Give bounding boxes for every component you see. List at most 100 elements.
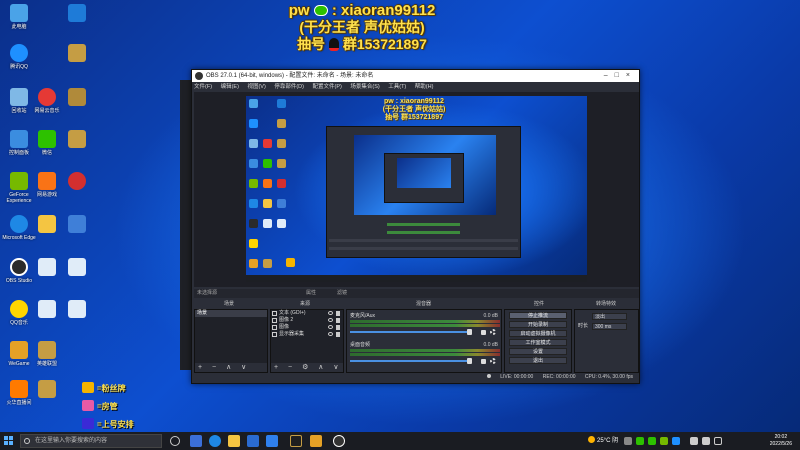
lock-icon[interactable] (336, 332, 340, 337)
desktop-icon-wechat[interactable]: 微信 (30, 130, 64, 156)
transition-select[interactable]: 淡出 (592, 313, 627, 320)
tray-icon[interactable] (648, 437, 656, 445)
settings-button[interactable]: 设置 (509, 348, 567, 355)
mixer-channel: 麦克风/Aux 0.0 dB (350, 313, 500, 339)
slider-handle[interactable] (467, 358, 472, 364)
slider-handle[interactable] (467, 329, 472, 335)
tray-icon[interactable] (636, 437, 644, 445)
menu-help[interactable]: 帮助(H) (415, 84, 434, 90)
desktop-icon-lol[interactable]: 英雄联盟 (30, 341, 64, 367)
apps-icon[interactable] (190, 435, 202, 447)
taskbar-clock[interactable]: 20:02 2022/5/26 (770, 434, 792, 448)
controls-dock: 停止推流 开始录制 启动虚拟摄像机 工作室模式 设置 退出 (504, 309, 572, 373)
virtual-camera-button[interactable]: 启动虚拟摄像机 (509, 330, 567, 337)
window-controls[interactable]: –□× (604, 70, 637, 82)
obs-window[interactable]: OBS 27.0.1 (64-bit, windows) - 配置文件: 未命名… (191, 69, 640, 384)
desktop-icon-extra-7[interactable] (60, 258, 94, 278)
volume-icon[interactable] (702, 437, 710, 445)
mini-icon (249, 99, 258, 108)
desktop-icon-qq[interactable]: 腾讯QQ (2, 44, 36, 70)
tray-icon[interactable] (624, 437, 632, 445)
tray-icon[interactable] (660, 437, 668, 445)
filters-button[interactable]: 滤镜 (337, 289, 347, 298)
input-method-icon[interactable] (714, 437, 722, 445)
desktop-icon-netease-games[interactable]: 网易游戏 (30, 172, 64, 198)
menu-profile[interactable]: 配置文件(P) (312, 84, 341, 90)
app-icon (68, 4, 86, 22)
scene-item[interactable]: 场景 (195, 310, 267, 317)
menu-scene-collection[interactable]: 场景集合(S) (350, 84, 379, 90)
source-item[interactable]: 显示器采集 (271, 331, 343, 338)
desktop-icon-extra-11[interactable] (30, 300, 64, 320)
volume-meter (350, 349, 500, 352)
desktop-icon-extra-12[interactable] (30, 380, 64, 400)
menu-edit[interactable]: 编辑(E) (221, 84, 239, 90)
store-icon[interactable] (247, 435, 259, 447)
lock-icon[interactable] (336, 318, 340, 323)
desktop-icon-extra-6[interactable] (60, 215, 94, 235)
gear-icon[interactable] (490, 358, 496, 364)
lock-icon[interactable] (336, 311, 340, 316)
app-icon (68, 215, 86, 233)
menu-tools[interactable]: 工具(T) (388, 84, 406, 90)
mixer-channel-name: 桌面音频 (350, 342, 371, 348)
desktop-icon-extra-1[interactable] (60, 4, 94, 24)
desktop-icon-extra-5[interactable] (60, 172, 94, 192)
desktop-icon-extra-3[interactable] (60, 88, 94, 108)
source-item[interactable]: 文本 (GDI+) (271, 310, 343, 317)
mixer-db: 0.0 dB (483, 342, 498, 348)
exit-button[interactable]: 退出 (509, 357, 567, 364)
speaker-icon[interactable] (481, 359, 486, 364)
sources-footer[interactable]: + − ⚙ ∧ ∨ (271, 363, 343, 372)
desktop-icon-extra-9[interactable] (30, 215, 64, 235)
stop-streaming-button[interactable]: 停止推流 (509, 312, 567, 319)
wegame-taskbar-icon[interactable] (310, 435, 322, 447)
menu-file[interactable]: 文件(F) (194, 84, 212, 90)
obs-preview[interactable]: pw : xiaoran99112 (干分王者 声优姑姑) 抽号 群153721… (194, 92, 639, 287)
volume-slider[interactable] (350, 358, 472, 364)
start-button[interactable] (4, 436, 14, 446)
obs-taskbar-icon[interactable] (333, 435, 345, 447)
volume-meter (350, 353, 500, 356)
speaker-icon[interactable] (481, 330, 486, 335)
menu-docks[interactable]: 停靠部件(D) (274, 84, 304, 90)
desktop-icon-extra-2[interactable] (60, 44, 94, 64)
lol-client-icon[interactable] (290, 435, 302, 447)
weather-widget[interactable]: 25°C 阴 (588, 432, 618, 450)
taskbar-search[interactable]: 在这里输入你要搜索的内容 (20, 434, 162, 448)
eye-icon[interactable] (328, 332, 333, 336)
gear-icon[interactable] (490, 329, 496, 335)
mixer-header: 混音器 (416, 301, 432, 307)
eye-icon[interactable] (328, 318, 333, 322)
eye-icon[interactable] (328, 311, 333, 315)
volume-slider[interactable] (350, 329, 472, 335)
start-recording-button[interactable]: 开始录制 (509, 321, 567, 328)
eye-icon[interactable] (328, 325, 333, 329)
desktop-icon-extra-8[interactable] (60, 300, 94, 320)
qq-music-icon (10, 300, 28, 318)
edge-icon[interactable] (209, 435, 221, 447)
task-view-icon[interactable] (170, 436, 180, 446)
mini-icon (263, 139, 272, 148)
network-icon[interactable] (690, 437, 698, 445)
desktop-icon-netease-music[interactable]: 网易云音乐 (30, 88, 64, 114)
desktop-icon-extra-4[interactable] (60, 130, 94, 150)
obs-title-bar[interactable]: OBS 27.0.1 (64-bit, windows) - 配置文件: 未命名… (192, 70, 639, 82)
duration-input[interactable]: 300 ms (592, 323, 627, 330)
mail-icon[interactable] (266, 435, 278, 447)
lock-icon[interactable] (336, 325, 340, 330)
search-placeholder: 在这里输入你要搜索的内容 (35, 438, 108, 444)
wechat-icon (313, 5, 328, 16)
studio-mode-button[interactable]: 工作室模式 (509, 339, 567, 346)
desktop-icon-extra-10[interactable] (30, 258, 64, 278)
source-item[interactable]: 图像 2 (271, 317, 343, 324)
mini-icon (249, 239, 258, 248)
menu-view[interactable]: 视图(V) (247, 84, 265, 90)
scenes-footer[interactable]: + − ∧ ∨ (195, 363, 267, 372)
tray-icon[interactable] (672, 437, 680, 445)
desktop-icon-this-pc[interactable]: 此电脑 (2, 4, 36, 30)
source-item[interactable]: 图像 (271, 324, 343, 331)
mini-icon (249, 199, 258, 208)
properties-button[interactable]: 属性 (306, 289, 316, 298)
folder-icon[interactable] (228, 435, 240, 447)
